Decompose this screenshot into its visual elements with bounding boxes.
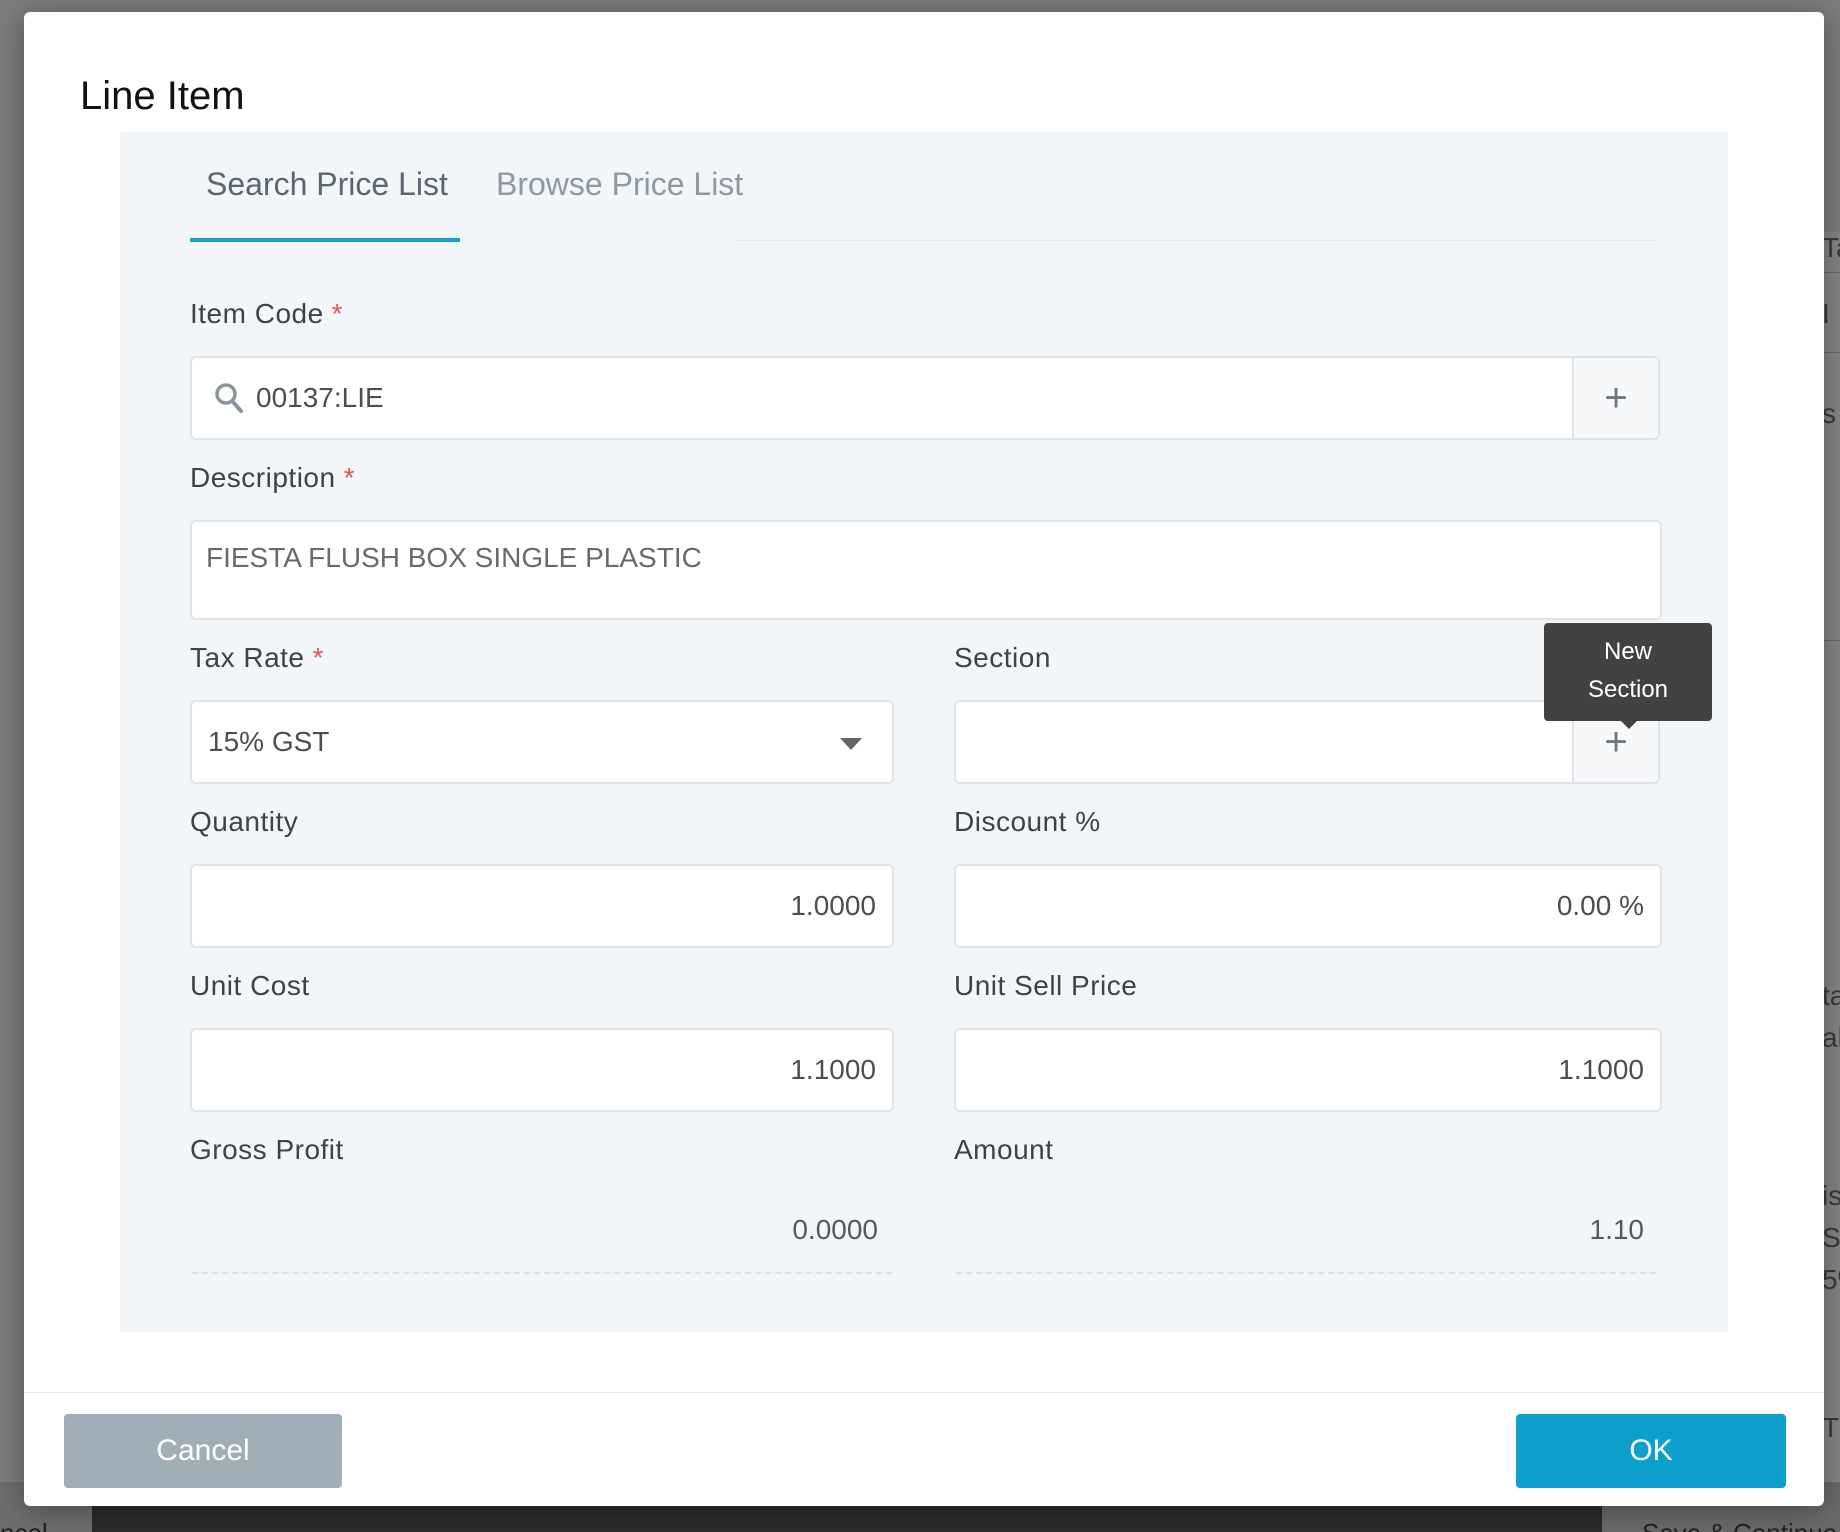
chevron-down-icon <box>840 738 862 750</box>
required-mark: * <box>331 298 344 329</box>
background-text-fragment: Su <box>1822 1222 1840 1253</box>
background-divider <box>1822 272 1840 273</box>
quantity-field[interactable]: 1.0000 <box>190 864 894 948</box>
tab-divider <box>734 240 1658 241</box>
gross-profit-value: 0.0000 <box>792 1214 878 1245</box>
description-value: FIESTA FLUSH BOX SINGLE PLASTIC <box>206 542 702 573</box>
unit-cost-field[interactable]: 1.1000 <box>190 1028 894 1112</box>
discount-value: 0.00 % <box>1556 890 1644 921</box>
plus-icon: + <box>1604 375 1628 420</box>
quantity-value: 1.0000 <box>790 890 876 921</box>
tax-rate-label: Tax Rate * <box>190 642 324 674</box>
required-mark: * <box>343 462 355 493</box>
tab-browse-price-list[interactable]: Browse Price List <box>496 166 743 203</box>
background-text-fragment: 5% <box>1822 1264 1840 1295</box>
item-code-label-text: Item Code <box>190 298 324 329</box>
discount-label: Discount % <box>954 806 1101 837</box>
new-section-tooltip: New Section <box>1544 623 1712 721</box>
background-text-fragment: T <box>1822 1412 1840 1443</box>
tax-rate-select[interactable]: 15% GST <box>190 700 894 784</box>
amount-value: 1.10 <box>1589 1214 1645 1245</box>
unit-sell-price-label: Unit Sell Price <box>954 970 1138 1001</box>
description-field[interactable]: FIESTA FLUSH BOX SINGLE PLASTIC <box>190 520 1662 620</box>
tooltip-line: New <box>1603 638 1652 665</box>
description-label: Description * <box>190 462 355 494</box>
active-tab-indicator <box>190 238 460 242</box>
amount-label: Amount <box>954 1134 1054 1165</box>
cancel-button[interactable]: Cancel <box>64 1414 342 1488</box>
discount-field[interactable]: 0.00 % <box>954 864 1662 948</box>
item-code-field[interactable]: 00137:LIE + <box>190 356 1660 440</box>
background-text-fragment: Ta <box>1822 232 1840 263</box>
tax-rate-value: 15% GST <box>208 726 330 757</box>
tab-search-price-list[interactable]: Search Price List <box>206 166 448 203</box>
description-label-text: Description <box>190 462 336 493</box>
tax-rate-label-text: Tax Rate <box>190 642 305 673</box>
background-text-fragment: is <box>1822 1180 1840 1211</box>
unit-cost-value: 1.1000 <box>790 1054 876 1085</box>
background-save-continue-label: Save & Continue <box>1642 1518 1837 1532</box>
unit-sell-price-field[interactable]: 1.1000 <box>954 1028 1662 1112</box>
gross-profit-underline <box>192 1272 892 1274</box>
ok-button[interactable]: OK <box>1516 1414 1786 1488</box>
add-item-button[interactable]: + <box>1572 358 1658 438</box>
background-text-fragment: al <box>1822 1022 1840 1053</box>
unit-cost-label: Unit Cost <box>190 970 310 1001</box>
quantity-label: Quantity <box>190 806 299 837</box>
search-icon <box>215 383 243 413</box>
gross-profit-label: Gross Profit <box>190 1134 344 1165</box>
amount-underline <box>956 1272 1656 1274</box>
modal-title: Line Item <box>80 74 245 118</box>
background-text-fragment: ta <box>1822 980 1840 1011</box>
line-item-form-panel: Search Price List Browse Price List Item… <box>120 132 1728 1332</box>
background-divider <box>1822 640 1840 641</box>
section-label: Section <box>954 642 1051 673</box>
unit-sell-price-value: 1.1000 <box>1558 1054 1644 1085</box>
tooltip-line: Section <box>1587 676 1669 703</box>
background-text-fragment: s <box>1822 398 1836 429</box>
modal-footer-divider <box>24 1392 1824 1393</box>
background-cancel-label: ncel <box>0 1518 48 1532</box>
item-code-label: Item Code * <box>190 298 343 330</box>
price-list-tabs: Search Price List Browse Price List <box>190 132 1658 242</box>
line-item-modal: Line Item Search Price List Browse Price… <box>24 12 1824 1506</box>
background-right-strip: Ta I s ta al is Su 5% T <box>1822 232 1840 1482</box>
required-mark: * <box>312 642 324 673</box>
tooltip-arrow <box>1620 720 1638 729</box>
item-code-value: 00137:LIE <box>256 382 384 413</box>
background-divider <box>1822 352 1840 353</box>
